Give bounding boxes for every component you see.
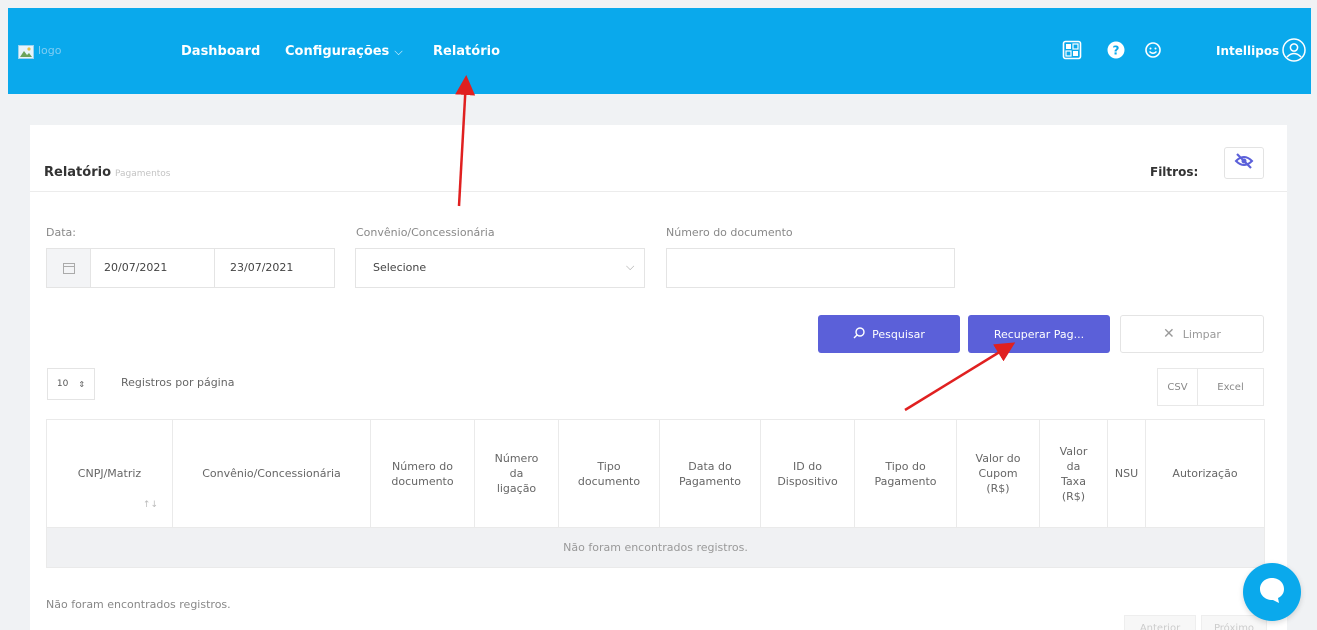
convenio-label: Convênio/Concessionária bbox=[356, 226, 495, 239]
calendar-icon[interactable] bbox=[47, 249, 91, 287]
column-label: Valor bbox=[1059, 444, 1088, 458]
column-label: ID do bbox=[793, 459, 822, 473]
column-label: Pagamento bbox=[678, 474, 742, 488]
column-label: documento bbox=[391, 474, 454, 488]
user-name[interactable]: Intellipos bbox=[1216, 44, 1279, 58]
page-size-label: Registros por página bbox=[121, 376, 235, 389]
pesquisar-label: Pesquisar bbox=[872, 327, 925, 341]
chevron-down-icon: ⌵ bbox=[626, 260, 635, 273]
chevron-down-icon: ⌵ bbox=[394, 45, 403, 58]
eye-slash-icon bbox=[1234, 153, 1254, 173]
column-label: da bbox=[1066, 459, 1081, 473]
table-info: Não foram encontrados registros. bbox=[46, 598, 231, 611]
export-excel-button[interactable]: Excel bbox=[1197, 368, 1264, 406]
table-header-cell[interactable]: Autorização bbox=[1145, 419, 1265, 528]
column-label: Pagamento bbox=[874, 474, 937, 488]
recuperar-pagamentos-button[interactable]: Recuperar Pag... bbox=[968, 315, 1110, 353]
nav-configuracoes-label: Configurações bbox=[285, 44, 390, 59]
device-monitor-icon[interactable] bbox=[1062, 40, 1082, 64]
table-header-cell[interactable]: Número do documento bbox=[370, 419, 475, 528]
limpar-label: Limpar bbox=[1182, 327, 1221, 341]
limpar-button[interactable]: ✕ Limpar bbox=[1120, 315, 1264, 353]
chat-widget-button[interactable] bbox=[1243, 563, 1301, 621]
page-title: Relatório Pagamentos bbox=[44, 165, 171, 180]
nav-configuracoes[interactable]: Configurações ⌵ bbox=[285, 44, 403, 59]
column-label: Autorização bbox=[1172, 467, 1238, 480]
report-card: Relatório Pagamentos Filtros: Data: 20/07… bbox=[30, 125, 1287, 630]
nav-relatorio[interactable]: Relatório bbox=[433, 44, 500, 59]
sort-updown-icon: ⇕ bbox=[78, 379, 86, 389]
date-label: Data: bbox=[46, 226, 76, 239]
sort-icon[interactable]: ↑↓ bbox=[143, 498, 158, 513]
table-header-cell[interactable]: Valor da Taxa (R$) bbox=[1039, 419, 1108, 528]
chat-icon bbox=[1257, 575, 1287, 609]
column-label: CNPJ/Matriz bbox=[77, 467, 142, 480]
column-label: (R$) bbox=[986, 482, 1010, 495]
table-header-cell[interactable]: Número da ligação bbox=[474, 419, 559, 528]
page-size-select[interactable]: 10 ⇕ bbox=[47, 368, 95, 400]
column-label: ligação bbox=[496, 482, 537, 495]
table-header-cell[interactable]: Valor do Cupom (R$) bbox=[956, 419, 1040, 528]
nav-dashboard[interactable]: Dashboard bbox=[181, 44, 260, 59]
page-title-text: Relatório bbox=[44, 165, 111, 180]
search-icon bbox=[853, 326, 865, 342]
logo-alt-text: logo bbox=[38, 44, 62, 57]
documento-input[interactable] bbox=[666, 248, 955, 288]
card-header: Relatório Pagamentos Filtros: bbox=[30, 125, 1287, 192]
smiley-icon[interactable] bbox=[1145, 42, 1161, 62]
table-row: Não foram encontrados registros. bbox=[46, 527, 1265, 568]
column-label: Convênio/Concessionária bbox=[202, 467, 341, 480]
date-end-input[interactable]: 23/07/2021 bbox=[230, 261, 293, 274]
table-header-cell[interactable]: Data do Pagamento bbox=[659, 419, 761, 528]
column-label: NSU bbox=[1114, 467, 1139, 480]
table-header-row: CNPJ/Matriz ↑↓ Convênio/Concessionária N… bbox=[46, 419, 1265, 528]
pagination-anterior-button[interactable]: Anterior bbox=[1124, 615, 1196, 630]
pesquisar-button[interactable]: Pesquisar bbox=[818, 315, 960, 353]
date-divider bbox=[214, 249, 215, 287]
table-header-cell[interactable]: Tipo documento bbox=[558, 419, 660, 528]
help-icon[interactable]: ? bbox=[1107, 41, 1125, 63]
column-label: Valor do bbox=[975, 452, 1021, 465]
empty-table-message: Não foram encontrados registros. bbox=[46, 527, 1265, 568]
date-range-field: 20/07/2021 23/07/2021 bbox=[46, 248, 335, 288]
column-label: Dispositivo bbox=[777, 474, 838, 488]
export-csv-button[interactable]: CSV bbox=[1157, 368, 1198, 406]
column-label: Cupom bbox=[978, 467, 1018, 480]
close-icon: ✕ bbox=[1163, 326, 1175, 342]
column-label: Número do bbox=[392, 459, 453, 473]
payments-table: CNPJ/Matriz ↑↓ Convênio/Concessionária N… bbox=[46, 419, 1265, 568]
column-label: documento bbox=[577, 474, 641, 488]
user-avatar-icon[interactable] bbox=[1282, 38, 1306, 66]
column-label: Número bbox=[494, 452, 539, 465]
column-label: Taxa bbox=[1061, 474, 1086, 488]
table-header-cell[interactable]: Tipo do Pagamento bbox=[854, 419, 957, 528]
page-subtitle: Pagamentos bbox=[115, 169, 171, 179]
table-header-cell[interactable]: NSU bbox=[1107, 419, 1146, 528]
table-header-cell[interactable]: CNPJ/Matriz ↑↓ bbox=[46, 419, 173, 528]
page-size-value: 10 bbox=[56, 379, 69, 389]
filters-label: Filtros: bbox=[1150, 165, 1199, 179]
table-header-cell[interactable]: Convênio/Concessionária bbox=[172, 419, 371, 528]
svg-text:?: ? bbox=[1113, 44, 1120, 58]
top-navbar: logo Dashboard Configurações ⌵ Relatório … bbox=[8, 8, 1311, 94]
column-label: Tipo do bbox=[885, 459, 926, 473]
convenio-selected-value: Selecione bbox=[373, 261, 427, 274]
convenio-select[interactable]: Selecione ⌵ bbox=[355, 248, 645, 288]
toggle-filters-button[interactable] bbox=[1224, 147, 1264, 179]
column-label: (R$) bbox=[1061, 489, 1086, 503]
table-header-cell[interactable]: ID do Dispositivo bbox=[760, 419, 855, 528]
column-label: Tipo bbox=[597, 459, 621, 473]
date-start-input[interactable]: 20/07/2021 bbox=[104, 261, 167, 274]
documento-label: Número do documento bbox=[666, 226, 793, 239]
column-label: Data do bbox=[688, 459, 732, 473]
column-label: da bbox=[509, 467, 524, 480]
logo-broken-image-icon[interactable] bbox=[18, 44, 34, 59]
